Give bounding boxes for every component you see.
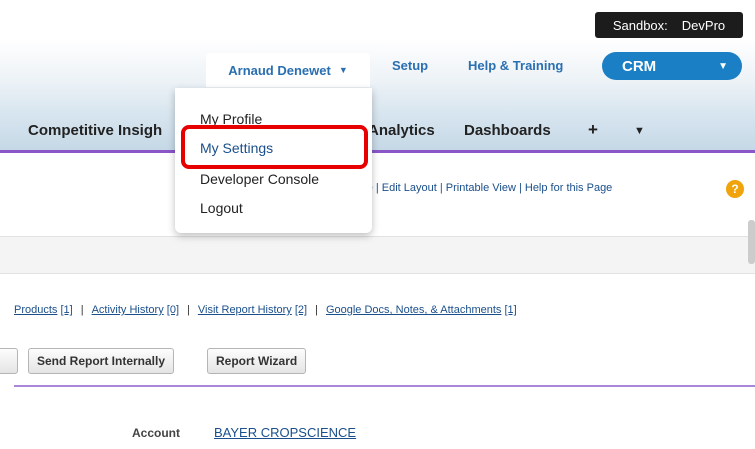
tab-dashboards[interactable]: Dashboards bbox=[464, 122, 551, 139]
sandbox-label: Sandbox: bbox=[612, 17, 668, 33]
user-name: Arnaud Denewet bbox=[228, 62, 331, 78]
related-link[interactable]: Google Docs, Notes, & Attachments [1] bbox=[326, 304, 517, 316]
related-link[interactable]: Visit Report History [2] bbox=[198, 304, 307, 316]
menu-item-logout[interactable]: Logout bbox=[200, 200, 243, 216]
section-divider bbox=[14, 385, 755, 387]
tab-analytics[interactable]: Analytics bbox=[368, 122, 435, 139]
chevron-down-icon: ▼ bbox=[338, 65, 348, 75]
separator: | bbox=[187, 304, 190, 316]
tab-add-icon[interactable]: + bbox=[588, 120, 598, 140]
help-icon[interactable]: ? bbox=[726, 180, 744, 198]
report-wizard-button[interactable]: Report Wizard bbox=[207, 348, 307, 374]
separator: | bbox=[315, 304, 318, 316]
sandbox-name: DevPro bbox=[681, 17, 726, 33]
highlight-box bbox=[181, 125, 368, 169]
scrollbar-handle[interactable] bbox=[748, 220, 755, 264]
sandbox-badge: Sandbox: DevPro bbox=[595, 12, 743, 38]
separator: | bbox=[80, 304, 84, 316]
help-training-link[interactable]: Help & Training bbox=[468, 58, 563, 73]
related-link[interactable]: Activity History [0] bbox=[92, 304, 179, 316]
account-label: Account bbox=[132, 426, 180, 440]
menu-item-developer-console[interactable]: Developer Console bbox=[200, 171, 319, 187]
page-links[interactable]: ize Page | Edit Layout | Printable View … bbox=[330, 182, 612, 194]
related-link[interactable]: Products [1] bbox=[14, 304, 73, 316]
setup-link[interactable]: Setup bbox=[392, 58, 428, 73]
send-report-internally-button[interactable]: Send Report Internally bbox=[28, 348, 175, 374]
chevron-down-icon: ▼ bbox=[718, 60, 728, 72]
account-link[interactable]: BAYER CROPSCIENCE bbox=[214, 425, 356, 440]
related-list-links: Products [1] | Activity History [0] | Vi… bbox=[14, 304, 517, 316]
partial-button[interactable] bbox=[0, 348, 18, 374]
tab-competitive-insights[interactable]: Competitive Insigh bbox=[28, 122, 162, 139]
tab-more-chevron-icon[interactable]: ▼ bbox=[634, 125, 645, 137]
app-name: CRM bbox=[622, 57, 657, 75]
detail-header-bar bbox=[0, 236, 755, 274]
app-picker[interactable]: CRM ▼ bbox=[602, 52, 742, 80]
user-menu-button[interactable]: Arnaud Denewet ▼ bbox=[206, 53, 370, 87]
